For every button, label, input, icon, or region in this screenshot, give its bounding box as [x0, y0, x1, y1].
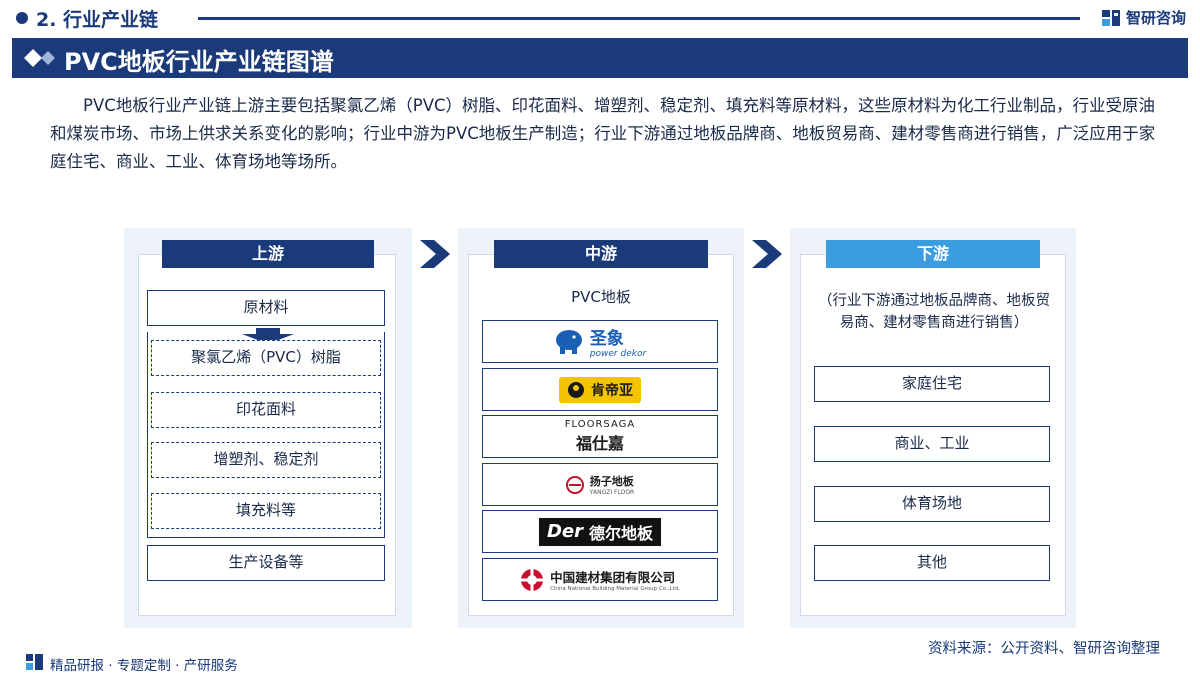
logo-text: 福仕嘉 [575, 434, 624, 453]
header-rule [198, 17, 1080, 20]
logo-kentier: 肯帝亚 [482, 368, 718, 411]
logo-text: 中国建材集团有限公司 [550, 570, 676, 585]
section-title: 2. 行业产业链 [36, 9, 159, 31]
footer-logo-icon [26, 654, 43, 670]
midstream-panel: 中游 PVC地板 圣象 power dekor 肯帝亚 FLOORSAGA 福仕… [458, 228, 744, 628]
upstream-panel: 上游 原材料 聚氯乙烯（PVC）树脂 印花面料 增塑剂、稳定剂 填充料等 生产设… [124, 228, 412, 628]
footer: 精品研报 · 专题定制 · 产研服务 [0, 650, 1200, 674]
application-item: 家庭住宅 [814, 366, 1050, 402]
raw-materials-box: 原材料 [147, 290, 385, 326]
chevron-right-icon [420, 240, 450, 268]
bullet-dot [16, 12, 28, 24]
intro-paragraph: PVC地板行业产业链上游主要包括聚氯乙烯（PVC）树脂、印花面料、增塑剂、稳定剂… [50, 96, 1156, 171]
diamond-icon [24, 49, 55, 67]
logo-der: Der 德尔地板 [482, 510, 718, 553]
logo-power-dekor: 圣象 power dekor [482, 320, 718, 363]
logo-yangzi: 扬子地板 YANGZI FLOOR [482, 463, 718, 506]
material-item: 聚氯乙烯（PVC）树脂 [151, 340, 381, 376]
material-item: 增塑剂、稳定剂 [151, 442, 381, 478]
logo-subtext: China National Building Material Group C… [550, 586, 680, 592]
logo-cnbm: 中国建材集团有限公司 China National Building Mater… [482, 558, 718, 601]
chevron-right-icon [752, 240, 782, 268]
logo-text: 德尔地板 [589, 523, 654, 543]
footer-text: 精品研报 · 专题定制 · 产研服务 [50, 658, 238, 674]
brand: 智研咨询 [1101, 7, 1186, 28]
logo-subtext: YANGZI FLOOR [589, 489, 635, 496]
yangzi-logo-icon [565, 475, 584, 494]
logo-subtext: FLOORSAGA [564, 419, 636, 430]
midstream-title: 中游 [494, 240, 708, 268]
downstream-panel: 下游 （行业下游通过地板品牌商、地板贸易商、建材零售商进行销售） 家庭住宅 商业… [790, 228, 1076, 628]
downstream-title: 下游 [826, 240, 1040, 268]
cnbm-logo-icon [521, 568, 544, 591]
application-item: 其他 [814, 545, 1050, 581]
logo-text: 扬子地板 [589, 475, 634, 488]
elephant-logo-icon [555, 329, 582, 354]
top-bar: 2. 行业产业链 智研咨询 [0, 0, 1200, 36]
application-item: 商业、工业 [814, 426, 1050, 462]
title-banner: PVC地板行业产业链图谱 [12, 38, 1188, 78]
logo-text: 肯帝亚 [591, 382, 633, 399]
kentier-logo-icon [568, 381, 584, 398]
material-item: 印花面料 [151, 392, 381, 428]
equipment-box: 生产设备等 [147, 545, 385, 581]
downstream-note: （行业下游通过地板品牌商、地板贸易商、建材零售商进行销售） [818, 293, 1050, 331]
upstream-title: 上游 [162, 240, 374, 268]
logo-text: 圣象 [589, 329, 624, 349]
logo-subtext: Der [546, 521, 583, 542]
material-item: 填充料等 [151, 493, 381, 529]
application-item: 体育场地 [814, 486, 1050, 522]
logo-floorsaga: FLOORSAGA 福仕嘉 [482, 415, 718, 458]
brand-name: 智研咨询 [1125, 9, 1186, 27]
logo-subtext: power dekor [589, 349, 647, 359]
page-title: PVC地板行业产业链图谱 [64, 48, 334, 76]
midstream-label: PVC地板 [571, 288, 631, 306]
brand-logo-icon [1101, 9, 1120, 26]
